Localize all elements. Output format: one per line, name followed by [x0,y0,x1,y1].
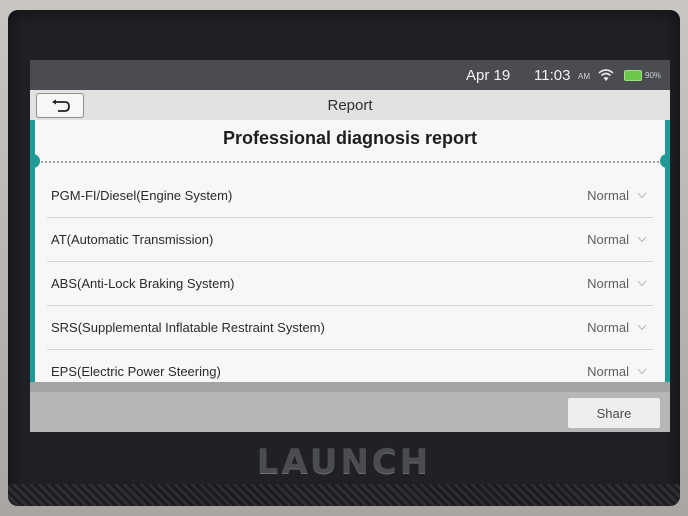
system-status: Normal [587,320,653,335]
chevron-down-icon [637,192,647,199]
system-status: Normal [587,232,653,247]
system-name: SRS(Supplemental Inflatable Restraint Sy… [51,320,325,335]
system-row[interactable]: AT(Automatic Transmission) Normal [47,218,653,262]
system-row[interactable]: ABS(Anti-Lock Braking System) Normal [47,262,653,306]
title-bar: Report [30,90,670,121]
system-status: Normal [587,276,653,291]
report-card: Professional diagnosis report PGM-FI/Die… [30,120,670,382]
chevron-down-icon [637,368,647,375]
system-name: EPS(Electric Power Steering) [51,364,221,379]
device-grip-texture [8,484,680,506]
ticket-notch-left [30,154,40,168]
system-name: ABS(Anti-Lock Braking System) [51,276,235,291]
tablet-device: Apr 19 11:03 AM 90% Report Professional … [8,10,680,506]
system-name: AT(Automatic Transmission) [51,232,214,247]
wifi-icon [598,69,614,81]
status-bar: Apr 19 11:03 AM 90% [30,60,670,90]
status-date: Apr 19 [466,67,511,84]
chevron-down-icon [637,280,647,287]
status-text: Normal [587,276,629,291]
system-list: PGM-FI/Diesel(Engine System) Normal AT(A… [47,174,653,393]
chevron-down-icon [637,324,647,331]
chevron-down-icon [637,236,647,243]
system-row[interactable]: SRS(Supplemental Inflatable Restraint Sy… [47,306,653,350]
battery-percent: 90% [645,71,662,80]
page-title: Report [327,97,373,114]
battery-icon [624,70,642,81]
system-status: Normal [587,364,653,379]
dotted-divider [41,161,659,163]
brand-logo: LAUNCH [256,442,432,482]
system-row[interactable]: PGM-FI/Diesel(Engine System) Normal [47,174,653,218]
system-status: Normal [587,188,653,203]
share-button[interactable]: Share [568,398,660,428]
status-text: Normal [587,320,629,335]
status-text: Normal [587,364,629,379]
ticket-notch-right [660,154,670,168]
bottom-action-bar: Share [30,382,670,432]
report-heading: Professional diagnosis report [222,128,478,148]
status-time: 11:03 [534,67,571,84]
status-text: Normal [587,188,629,203]
screen: Apr 19 11:03 AM 90% Report Professional … [30,60,670,432]
status-ampm: AM [578,72,590,81]
system-name: PGM-FI/Diesel(Engine System) [51,188,233,203]
report-content: Professional diagnosis report PGM-FI/Die… [30,120,670,382]
bottom-strip [30,382,670,392]
status-text: Normal [587,232,629,247]
